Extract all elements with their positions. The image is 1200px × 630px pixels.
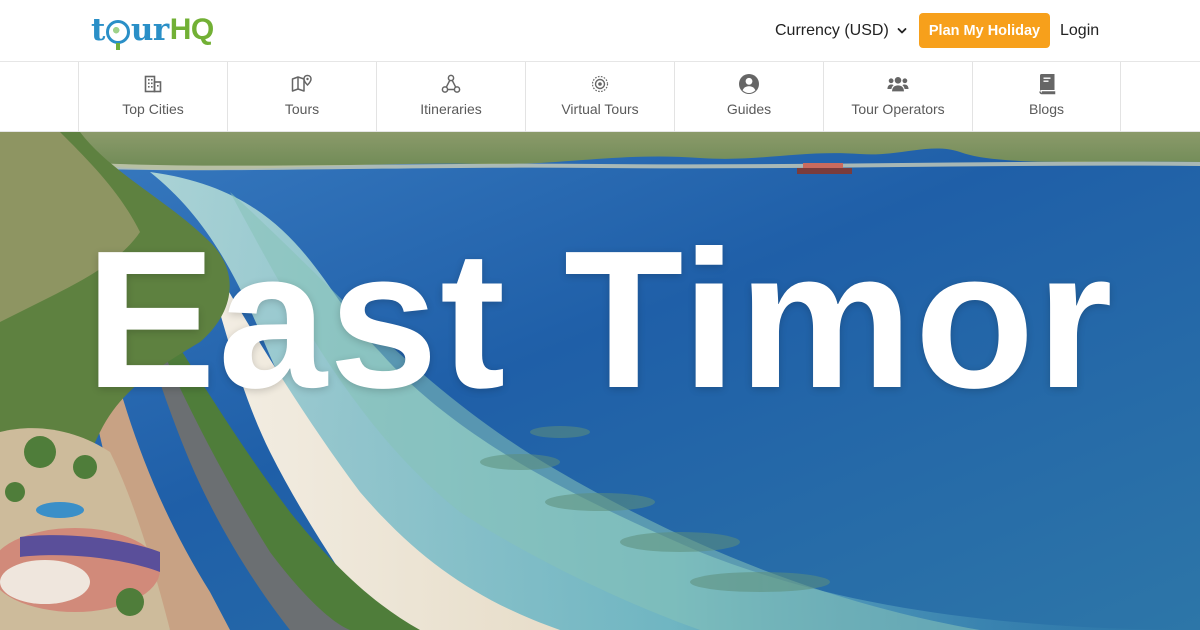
nav-item-tour-operators[interactable]: Tour Operators [823,62,972,132]
currency-label: Currency (USD) [775,22,889,39]
nav-item-label: Itineraries [420,101,482,117]
target-icon [589,73,611,95]
nav-item-tours[interactable]: Tours [227,62,376,132]
hero-banner: East Timor [0,132,1200,630]
nav-item-label: Tours [284,101,320,117]
nav-item-label: Virtual Tours [561,101,639,117]
nav-item-label: Top Cities [122,101,184,117]
user-circle-icon [738,73,760,95]
category-nav: Top Cities Tours Itineraries Virtual Tou… [0,62,1200,132]
nav-item-top-cities[interactable]: Top Cities [78,62,227,132]
plan-my-holiday-button[interactable]: Plan My Holiday [919,13,1050,48]
nav-item-blogs[interactable]: Blogs [972,62,1121,132]
globe-icon [105,20,130,50]
currency-selector[interactable]: Currency (USD) [775,20,907,42]
nav-item-label: Tour Operators [851,101,945,117]
city-building-icon [142,73,164,95]
nav-item-guides[interactable]: Guides [674,62,823,132]
route-nodes-icon [440,73,462,95]
login-link[interactable]: Login [1060,20,1099,42]
nav-item-itineraries[interactable]: Itineraries [376,62,525,132]
hero-title: East Timor [85,210,1115,429]
map-pin-icon [291,73,313,95]
nav-item-label: Blogs [1028,101,1065,117]
book-icon [1036,73,1058,95]
nav-item-label: Guides [726,101,772,117]
nav-item-virtual-tours[interactable]: Virtual Tours [525,62,674,132]
users-group-icon [887,73,909,95]
chevron-down-icon [897,28,907,34]
site-header: t ur HQ Currency (USD) Plan My Holiday Log… [0,0,1200,62]
tourhq-logo[interactable]: t ur HQ [91,10,214,50]
